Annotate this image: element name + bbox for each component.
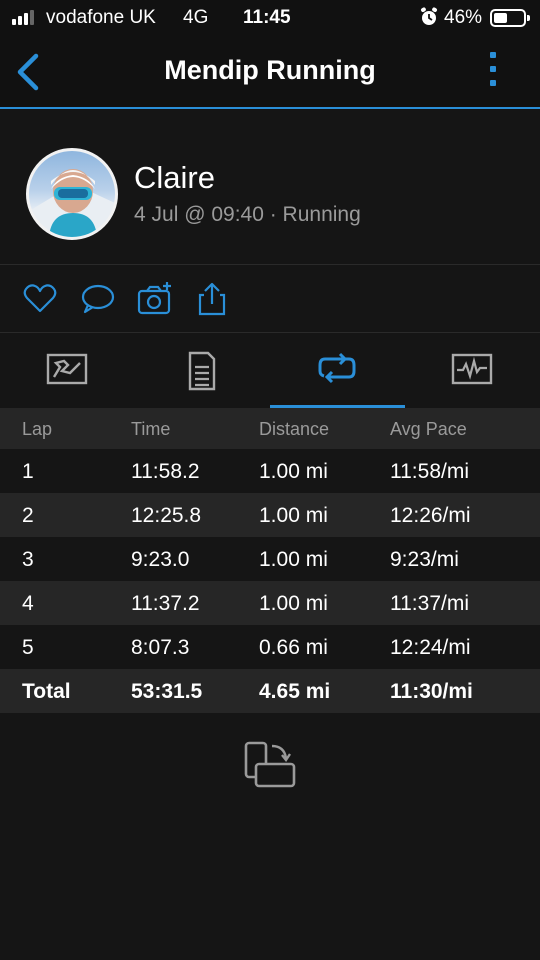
table-row[interactable]: 2 12:25.8 1.00 mi 12:26/mi	[0, 493, 540, 537]
more-vertical-icon[interactable]	[482, 52, 504, 94]
battery-icon	[490, 9, 530, 27]
column-header: Lap	[22, 419, 53, 439]
total-distance: 4.65 mi	[259, 680, 331, 703]
tab-map[interactable]	[0, 333, 135, 408]
table-row[interactable]: 4 11:37.2 1.00 mi 11:37/mi	[0, 581, 540, 625]
lap-pace: 12:24/mi	[390, 636, 471, 659]
share-icon[interactable]	[194, 281, 230, 317]
page-title: Mendip Running	[164, 55, 376, 85]
athlete-name: Claire	[134, 160, 215, 195]
total-label: Total	[22, 680, 71, 703]
carrier-name: vodafone UK	[46, 7, 156, 28]
avatar[interactable]	[26, 148, 118, 240]
lap-time: 11:58.2	[131, 460, 200, 483]
lap-distance: 1.00 mi	[259, 592, 328, 615]
nav-bar: Mendip Running	[0, 36, 540, 109]
network-type: 4G	[183, 7, 209, 28]
table-header: Lap Time Distance Avg Pace	[0, 408, 540, 449]
lap-pace: 12:26/mi	[390, 504, 471, 527]
lap-number: 3	[22, 548, 34, 571]
lap-time: 12:25.8	[131, 504, 202, 527]
lap-time: 11:37.2	[131, 592, 200, 615]
lap-distance: 1.00 mi	[259, 504, 328, 527]
lap-time: 8:07.3	[131, 636, 190, 659]
column-header: Distance	[259, 419, 330, 439]
column-header: Time	[131, 419, 171, 439]
total-row: Total 53:31.5 4.65 mi 11:30/mi	[0, 669, 540, 713]
status-time: 11:45	[243, 7, 291, 28]
lap-pace: 11:37/mi	[390, 592, 469, 615]
activity-date-type: 4 Jul @ 09:40 · Running	[134, 203, 361, 226]
laps-table: Lap Time Distance Avg Pace 1 11:58.2 1.0…	[0, 408, 540, 713]
lap-time: 9:23.0	[131, 548, 190, 571]
alarm-icon	[421, 7, 437, 25]
details-icon	[188, 351, 216, 391]
lap-number: 4	[22, 592, 34, 615]
activity-tabs	[0, 333, 540, 408]
lap-distance: 1.00 mi	[259, 460, 328, 483]
comment-icon[interactable]	[80, 281, 116, 317]
lap-distance: 1.00 mi	[259, 548, 328, 571]
total-time: 53:31.5	[131, 680, 203, 703]
lap-number: 2	[22, 504, 34, 527]
status-bar: vodafone UK 4G 11:45 46%	[0, 0, 540, 36]
lap-pace: 11:58/mi	[390, 460, 469, 483]
signal-icon	[12, 9, 34, 25]
table-row[interactable]: 1 11:58.2 1.00 mi 11:58/mi	[0, 449, 540, 493]
tab-details[interactable]	[135, 333, 270, 408]
activity-header: Claire 4 Jul @ 09:40 · Running	[0, 111, 540, 265]
stats-chart-icon	[451, 353, 493, 385]
map-icon	[46, 353, 88, 385]
heart-icon[interactable]	[22, 281, 58, 317]
lap-pace: 9:23/mi	[390, 548, 459, 571]
total-pace: 11:30/mi	[390, 680, 473, 703]
tab-stats[interactable]	[405, 333, 540, 408]
battery-percent: 46%	[444, 7, 483, 28]
lap-distance: 0.66 mi	[259, 636, 328, 659]
column-header: Avg Pace	[390, 419, 467, 439]
add-photo-icon[interactable]	[137, 281, 173, 317]
lap-number: 1	[22, 460, 34, 483]
table-row[interactable]: 3 9:23.0 1.00 mi 9:23/mi	[0, 537, 540, 581]
rotate-screen-icon[interactable]	[242, 740, 298, 790]
lap-number: 5	[22, 636, 34, 659]
table-row[interactable]: 5 8:07.3 0.66 mi 12:24/mi	[0, 625, 540, 669]
tab-laps[interactable]	[270, 333, 405, 408]
laps-icon	[318, 352, 356, 384]
action-bar	[0, 265, 540, 333]
